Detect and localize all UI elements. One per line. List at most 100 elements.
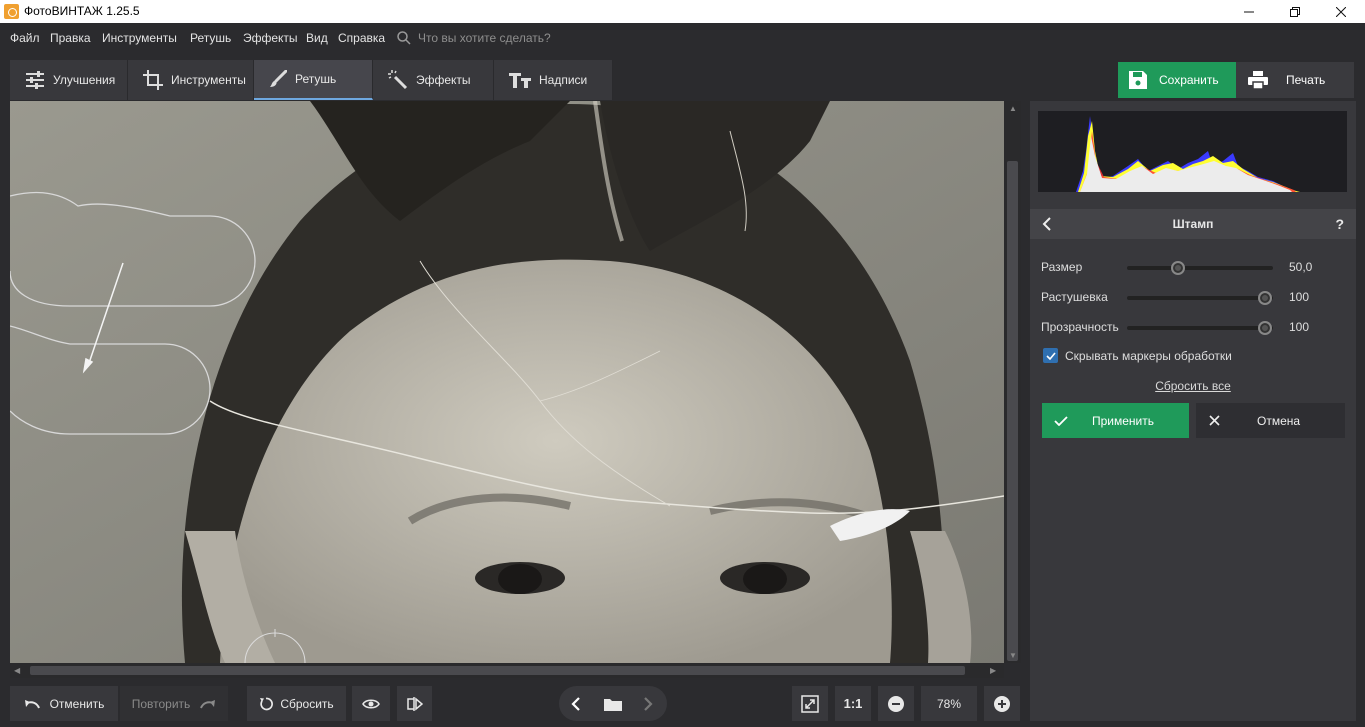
opacity-slider-label: Прозрачность xyxy=(1041,320,1119,334)
compare-button[interactable] xyxy=(397,686,432,721)
apply-button[interactable]: Применить xyxy=(1042,403,1189,438)
help-icon[interactable]: ? xyxy=(1335,216,1344,232)
right-panel: Штамп ? Размер 50,0 Растушевка 100 Прозр… xyxy=(1030,101,1356,721)
close-icon xyxy=(1336,6,1346,17)
folder-icon[interactable] xyxy=(604,697,622,711)
zoom-level[interactable]: 78% xyxy=(921,686,977,721)
undo-icon xyxy=(24,699,40,708)
restore-icon xyxy=(1290,6,1300,17)
opacity-slider-value: 100 xyxy=(1289,320,1310,334)
undo-button[interactable]: Отменить xyxy=(10,686,118,721)
redo-icon xyxy=(200,699,216,708)
photo-image[interactable] xyxy=(10,101,1004,663)
reset-label: Сбросить xyxy=(280,696,334,711)
preview-button[interactable] xyxy=(352,686,390,721)
apply-label: Применить xyxy=(1092,413,1155,428)
fit-screen-icon xyxy=(801,694,819,713)
histogram xyxy=(1038,111,1347,192)
menu-tools[interactable]: Инструменты xyxy=(102,31,177,45)
tab-retouch[interactable]: Ретушь xyxy=(254,60,373,100)
menu-retouch[interactable]: Ретушь xyxy=(190,31,231,45)
menu-effects[interactable]: Эффекты xyxy=(243,31,298,45)
check-icon xyxy=(1054,415,1068,426)
zoom-out-icon xyxy=(888,695,904,712)
scroll-down-icon[interactable]: ▼ xyxy=(1009,651,1017,660)
tab-retouch-label: Ретушь xyxy=(295,72,337,86)
feather-slider[interactable] xyxy=(1127,291,1273,305)
scroll-up-icon[interactable]: ▲ xyxy=(1009,104,1017,113)
size-slider-value: 50,0 xyxy=(1289,260,1313,274)
reset-button[interactable]: Сбросить xyxy=(247,686,346,721)
title-bar: ФотоВИНТАЖ 1.25.5 xyxy=(0,0,1365,23)
search-icon[interactable] xyxy=(397,31,411,45)
size-slider[interactable] xyxy=(1127,261,1273,275)
checkmark-icon xyxy=(1045,351,1056,360)
size-slider-label: Размер xyxy=(1041,260,1083,274)
vertical-scrollbar[interactable]: ▲ ▼ xyxy=(1004,101,1021,663)
maximize-button[interactable] xyxy=(1272,0,1318,23)
menu-bar: Файл Правка Инструменты Ретушь Эффекты В… xyxy=(0,23,1365,51)
fit-to-screen-button[interactable] xyxy=(792,686,828,721)
feather-slider-label: Растушевка xyxy=(1041,290,1108,304)
compare-icon xyxy=(406,696,423,711)
close-button[interactable] xyxy=(1318,0,1364,23)
vertical-scroll-thumb[interactable] xyxy=(1007,161,1018,661)
minimize-button[interactable] xyxy=(1226,0,1272,23)
printer-icon xyxy=(1248,71,1268,89)
zoom-out-button[interactable] xyxy=(878,686,914,721)
brush-icon xyxy=(270,70,287,87)
opacity-slider-knob[interactable] xyxy=(1258,321,1272,335)
zoom-in-button[interactable] xyxy=(984,686,1020,721)
zoom-in-icon xyxy=(994,695,1010,712)
floppy-disk-icon xyxy=(1129,71,1147,89)
menu-edit[interactable]: Правка xyxy=(50,31,91,45)
prev-file-icon[interactable] xyxy=(571,696,581,711)
redo-button[interactable]: Повторить xyxy=(120,686,228,721)
crop-icon xyxy=(143,70,163,90)
tab-captions[interactable]: Надписи xyxy=(494,60,613,100)
reset-all-link[interactable]: Сбросить все xyxy=(1030,379,1356,393)
horizontal-scroll-thumb[interactable] xyxy=(30,666,965,675)
tab-improvements-label: Улучшения xyxy=(53,73,116,87)
next-file-icon[interactable] xyxy=(643,696,653,711)
opacity-slider[interactable] xyxy=(1127,321,1273,335)
hide-markers-label[interactable]: Скрывать маркеры обработки xyxy=(1065,349,1232,363)
tab-captions-label: Надписи xyxy=(539,73,588,87)
horizontal-scrollbar[interactable]: ◀ ▶ xyxy=(10,663,1004,678)
tab-effects[interactable]: Эффекты xyxy=(373,60,494,100)
feather-slider-knob[interactable] xyxy=(1258,291,1272,305)
minimize-icon xyxy=(1244,11,1254,12)
app-window: { "window":{"title":"ФотоВИНТАЖ 1.25.5"}… xyxy=(0,0,1365,727)
save-label: Сохранить xyxy=(1159,73,1219,87)
tab-tools-label: Инструменты xyxy=(171,73,246,87)
window-title: ФотоВИНТАЖ 1.25.5 xyxy=(24,4,140,18)
histogram-graph xyxy=(1076,116,1300,192)
photo-canvas[interactable] xyxy=(10,101,1004,663)
cancel-label: Отмена xyxy=(1257,413,1301,428)
tab-effects-label: Эффекты xyxy=(416,73,471,87)
actual-size-button[interactable]: 1:1 xyxy=(835,686,871,721)
size-slider-knob[interactable] xyxy=(1171,261,1185,275)
magic-wand-icon xyxy=(388,70,408,90)
search-input[interactable]: Что вы хотите сделать? xyxy=(418,31,551,45)
back-chevron-icon[interactable] xyxy=(1042,217,1052,231)
menu-view[interactable]: Вид xyxy=(306,31,328,45)
cancel-button[interactable]: Отмена xyxy=(1196,403,1345,438)
menu-file[interactable]: Файл xyxy=(10,31,40,45)
scroll-left-icon[interactable]: ◀ xyxy=(14,666,20,675)
sliders-icon xyxy=(26,71,44,89)
feather-slider-value: 100 xyxy=(1289,290,1310,304)
file-navigation xyxy=(559,686,667,721)
redo-label: Повторить xyxy=(131,696,191,711)
print-label: Печать xyxy=(1286,73,1326,87)
menu-help[interactable]: Справка xyxy=(338,31,385,45)
scroll-right-icon[interactable]: ▶ xyxy=(990,666,996,675)
text-icon xyxy=(509,73,531,88)
tab-improvements[interactable]: Улучшения xyxy=(10,60,128,100)
undo-label: Отменить xyxy=(49,696,105,711)
stamp-panel-title: Штамп xyxy=(1172,217,1214,231)
hide-markers-checkbox[interactable] xyxy=(1043,348,1058,363)
print-button[interactable]: Печать xyxy=(1236,62,1354,98)
tab-tools[interactable]: Инструменты xyxy=(128,60,254,100)
save-button[interactable]: Сохранить xyxy=(1118,62,1236,98)
